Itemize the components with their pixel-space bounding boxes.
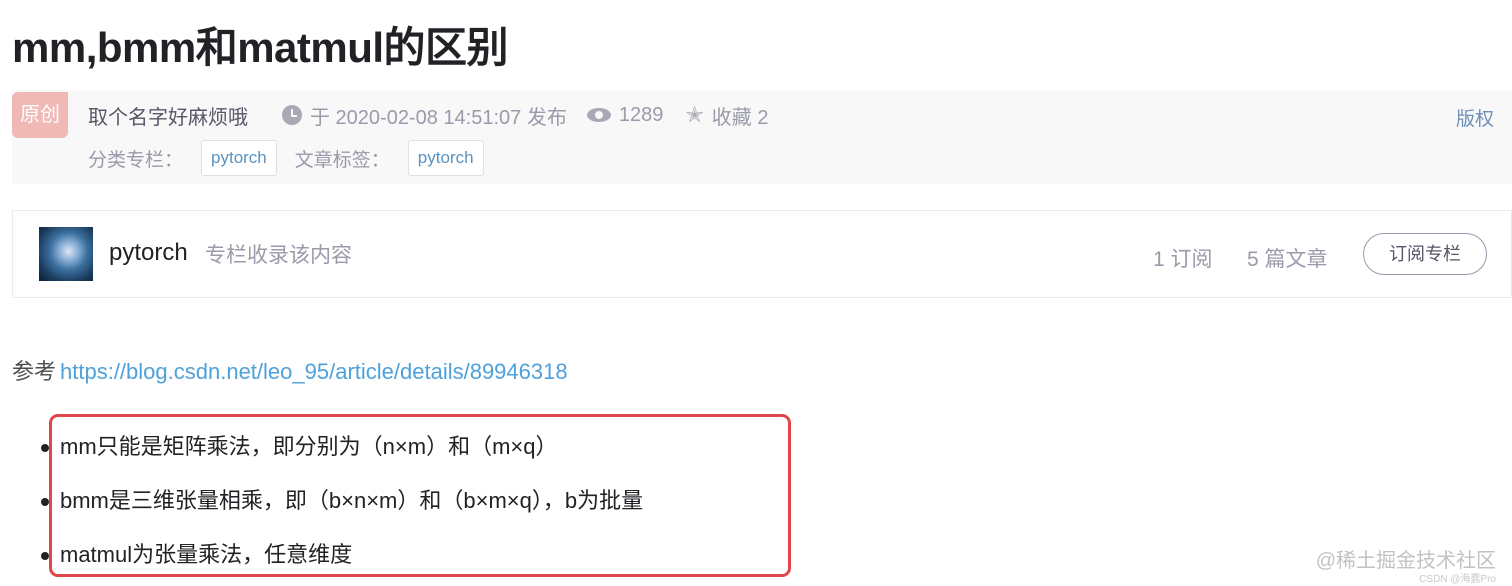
column-article-count: 5 篇文章	[1247, 248, 1328, 271]
subscribe-column-button[interactable]: 订阅专栏	[1363, 233, 1487, 275]
column-name[interactable]: pytorch	[109, 239, 188, 267]
copyright-link[interactable]: 版权	[1456, 104, 1494, 131]
original-badge: 原创	[12, 92, 68, 138]
favorite-count[interactable]: 收藏 2	[712, 101, 769, 130]
tags-label: 文章标签：	[294, 149, 390, 171]
clock-icon	[282, 105, 302, 125]
view-count: 1289	[618, 103, 664, 126]
watermark-sub: CSDN @海蠢Pro	[1419, 574, 1496, 585]
reference-link[interactable]: https://blog.csdn.net/leo_95/article/det…	[60, 359, 568, 384]
tags-row: 分类专栏： pytorch 文章标签： pytorch	[88, 140, 502, 176]
eye-icon	[586, 108, 611, 122]
column-subscriber-count: 1 订阅	[1153, 248, 1213, 271]
watermark: @稀土掘金技术社区	[1315, 550, 1496, 572]
favorite-star-icon[interactable]: ✭	[685, 102, 703, 128]
column-avatar[interactable]	[39, 227, 93, 281]
article-meta-panel: 原创 取个名字好麻烦哦 于 2020-02-08 14:51:07 发布 128…	[12, 90, 1512, 184]
meta-info-row: 取个名字好麻烦哦 于 2020-02-08 14:51:07 发布 1289 ✭…	[88, 100, 768, 130]
publish-time: 于 2020-02-08 14:51:07 发布	[310, 106, 567, 129]
reference-line: 参考 https://blog.csdn.net/leo_95/article/d…	[12, 354, 568, 386]
category-label: 分类专栏：	[88, 149, 184, 171]
column-card: pytorch 专栏收录该内容 1 订阅 5 篇文章 订阅专栏	[12, 210, 1512, 298]
author-link[interactable]: 取个名字好麻烦哦	[88, 101, 248, 130]
category-tag[interactable]: pytorch	[201, 140, 277, 176]
column-description: 专栏收录该内容	[205, 244, 352, 267]
article-tag[interactable]: pytorch	[407, 140, 484, 176]
article-title: mm,bmm和matmul的区别	[12, 24, 509, 71]
highlight-box	[49, 414, 791, 577]
reference-label: 参考	[12, 359, 57, 384]
